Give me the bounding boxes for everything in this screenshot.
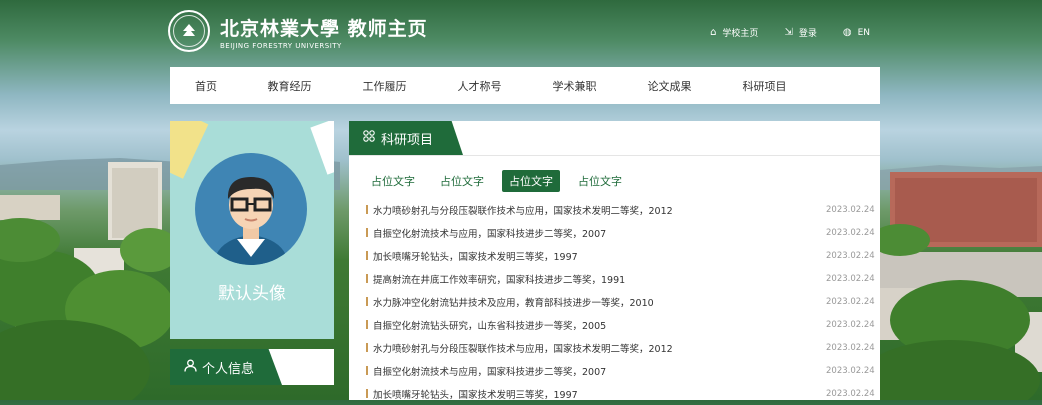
university-seal-logo[interactable] (168, 10, 210, 52)
personal-info-tab[interactable]: 个人信息 (170, 349, 282, 385)
list-item[interactable]: 水力喷砂射孔与分段压裂联作技术与应用，国家技术发明二等奖，2012 2023.02… (366, 198, 875, 221)
list-marker (366, 297, 368, 306)
item-date: 2023.02.24 (826, 319, 875, 330)
site-title: 北京林業大學 教师主页 (220, 18, 428, 40)
list-marker (366, 274, 368, 283)
tree-emblem-icon (183, 24, 195, 36)
globe-icon: ◍ (842, 27, 852, 38)
list-item[interactable]: 水力喷砂射孔与分段压裂联作技术与应用，国家技术发明二等奖，2012 2023.02… (366, 336, 875, 359)
item-date: 2023.02.24 (826, 365, 875, 376)
research-projects-tab[interactable]: 科研项目 (349, 121, 463, 155)
list-item[interactable]: 加长喷嘴牙轮钻头，国家技术发明三等奖，1997 2023.02.24 (366, 382, 875, 405)
list-marker (366, 389, 368, 398)
list-item[interactable]: 自振空化射流技术与应用，国家科技进步二等奖，2007 2023.02.24 (366, 359, 875, 382)
item-title: 自振空化射流钻头研究，山东省科技进步一等奖，2005 (373, 320, 607, 332)
item-title: 提高射流在井底工作效率研究，国家科技进步二等奖，1991 (373, 274, 626, 286)
login-link[interactable]: ⇲ 登录 (784, 26, 816, 39)
profile-sidebar: 默认头像 个人信息 (170, 121, 334, 385)
nav-item-talent-titles[interactable]: 人才称号 (432, 78, 527, 94)
seal-inner-ring (173, 15, 205, 47)
avatar-card: 默认头像 (170, 121, 334, 339)
decor-yellow-shape (170, 121, 209, 179)
login-label: 登录 (798, 29, 817, 39)
item-title: 水力喷砂射孔与分段压裂联作技术与应用，国家技术发明二等奖，2012 (373, 205, 673, 217)
list-marker (366, 343, 368, 352)
nav-item-academic-positions[interactable]: 学术兼职 (527, 78, 622, 94)
list-item[interactable]: 自振空化射流技术与应用，国家科技进步二等奖，2007 2023.02.24 (366, 221, 875, 244)
home-icon: ⌂ (710, 27, 717, 38)
item-date: 2023.02.24 (826, 296, 875, 307)
list-item[interactable]: 自振空化射流钻头研究，山东省科技进步一等奖，2005 2023.02.24 (366, 313, 875, 336)
filter-tab-3[interactable]: 占位文字 (502, 170, 560, 192)
user-icon (184, 359, 197, 376)
item-title: 加长喷嘴牙轮钻头，国家技术发明三等奖，1997 (373, 251, 578, 263)
item-date: 2023.02.24 (826, 273, 875, 284)
item-title: 水力喷砂射孔与分段压裂联作技术与应用，国家技术发明二等奖，2012 (373, 343, 673, 355)
decor-white-shape (310, 121, 334, 175)
filter-tabs: 占位文字 占位文字 占位文字 占位文字 (364, 170, 629, 192)
item-date: 2023.02.24 (826, 204, 875, 215)
nav-item-work-history[interactable]: 工作履历 (337, 78, 432, 94)
main-nav: 首页 教育经历 工作履历 人才称号 学术兼职 论文成果 科研项目 (170, 67, 880, 104)
language-link[interactable]: ◍ EN (843, 26, 870, 39)
item-date: 2023.02.24 (826, 227, 875, 238)
avatar (195, 153, 307, 265)
school-home-link[interactable]: ⌂ 学校主页 (710, 26, 758, 39)
filter-tab-2[interactable]: 占位文字 (433, 170, 491, 192)
list-item[interactable]: 提高射流在井底工作效率研究，国家科技进步二等奖，1991 2023.02.24 (366, 267, 875, 290)
item-title: 自振空化射流技术与应用，国家科技进步二等奖，2007 (373, 228, 607, 240)
section-header: 科研项目 (349, 121, 880, 156)
language-label: EN (857, 27, 870, 38)
list-marker (366, 320, 368, 329)
item-title: 自振空化射流技术与应用，国家科技进步二等奖，2007 (373, 366, 607, 378)
grid-icon (363, 130, 375, 146)
nav-item-publications[interactable]: 论文成果 (622, 78, 717, 94)
site-subtitle: BEIJING FORESTRY UNIVERSITY (220, 42, 342, 50)
personal-info-title: 个人信息 (202, 361, 255, 377)
default-avatar-illustration (213, 177, 289, 265)
item-title: 加长喷嘴牙轮钻头，国家技术发明三等奖，1997 (373, 389, 578, 401)
nav-item-education[interactable]: 教育经历 (242, 78, 337, 94)
section-title: 科研项目 (381, 132, 434, 148)
list-marker (366, 228, 368, 237)
item-date: 2023.02.24 (826, 388, 875, 399)
item-date: 2023.02.24 (826, 250, 875, 261)
list-marker (366, 366, 368, 375)
item-title: 水力脉冲空化射流钻井技术及应用，教育部科技进步一等奖，2010 (373, 297, 654, 309)
filter-tab-1[interactable]: 占位文字 (364, 170, 422, 192)
list-marker (366, 205, 368, 214)
item-date: 2023.02.24 (826, 342, 875, 353)
login-icon: ⇲ (784, 27, 793, 38)
nav-item-research-projects[interactable]: 科研项目 (717, 78, 812, 94)
top-links: ⌂ 学校主页 ⇲ 登录 ◍ EN (710, 26, 870, 39)
list-item[interactable]: 加长喷嘴牙轮钻头，国家技术发明三等奖，1997 2023.02.24 (366, 244, 875, 267)
list-marker (366, 251, 368, 260)
research-projects-panel: 科研项目 占位文字 占位文字 占位文字 占位文字 水力喷砂射孔与分段压裂联作技术… (349, 121, 880, 401)
personal-info-section: 个人信息 (170, 349, 334, 385)
list-item[interactable]: 水力脉冲空化射流钻井技术及应用，教育部科技进步一等奖，2010 2023.02.2… (366, 290, 875, 313)
project-list: 水力喷砂射孔与分段压裂联作技术与应用，国家技术发明二等奖，2012 2023.02… (366, 198, 875, 405)
school-home-label: 学校主页 (722, 29, 759, 39)
nav-item-home[interactable]: 首页 (170, 78, 242, 94)
avatar-label: 默认头像 (218, 284, 286, 304)
filter-tab-4[interactable]: 占位文字 (571, 170, 629, 192)
site-header: 北京林業大學 教师主页 BEIJING FORESTRY UNIVERSITY … (168, 8, 880, 58)
